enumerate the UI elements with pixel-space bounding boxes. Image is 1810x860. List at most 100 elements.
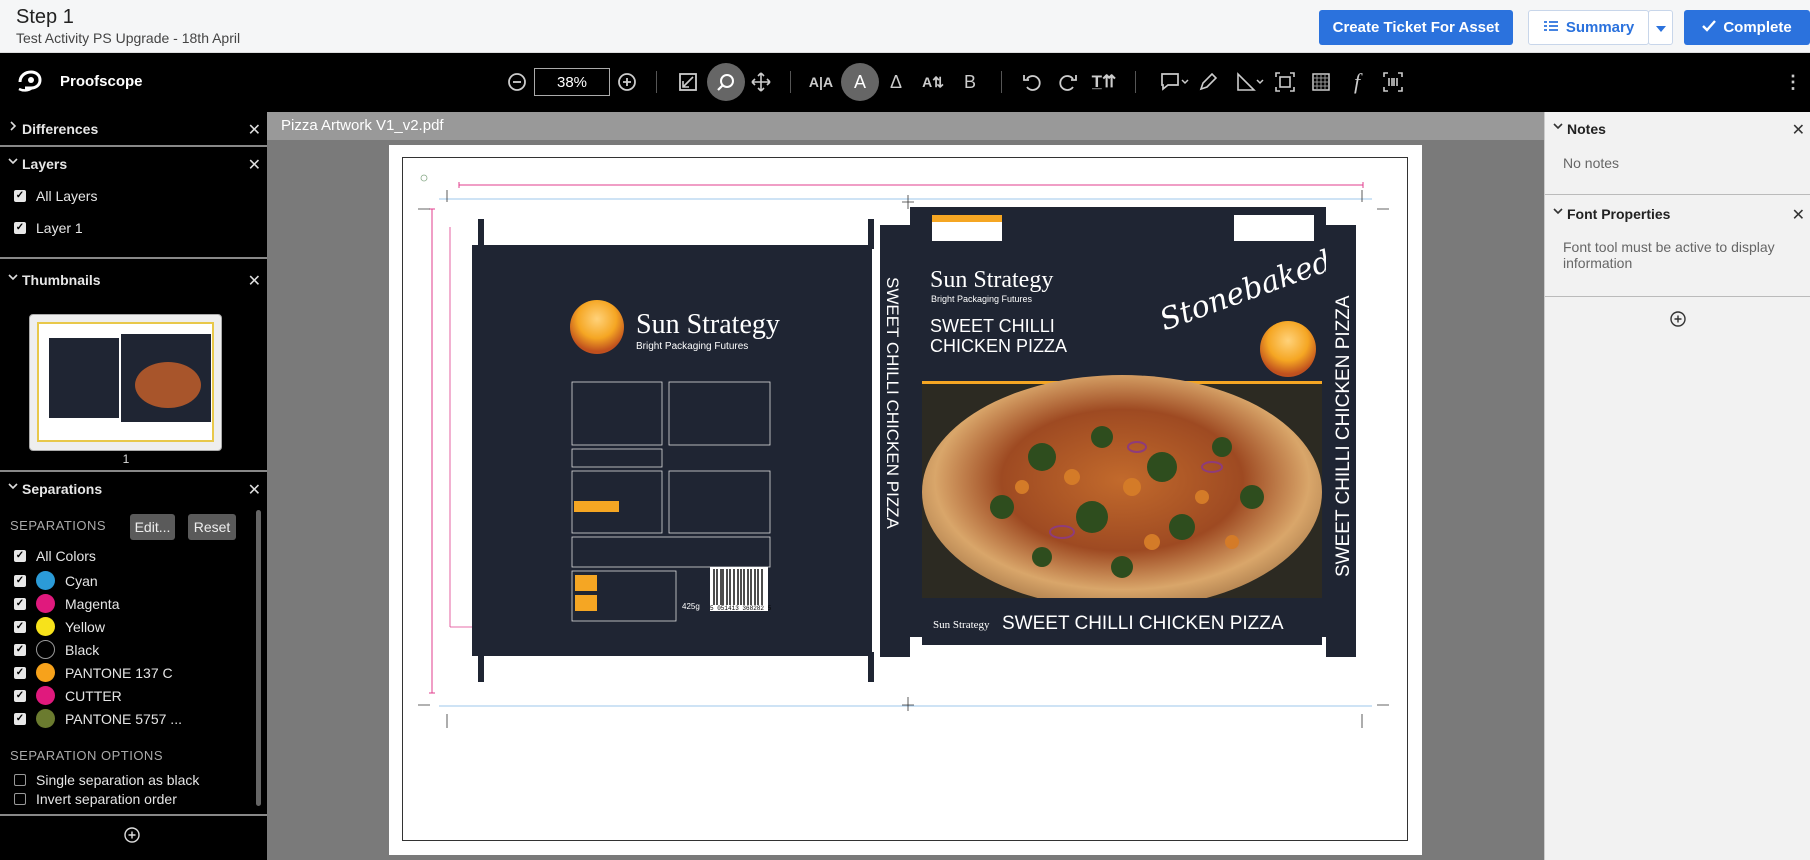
chevron-down-icon xyxy=(8,483,18,490)
text-compare-icon[interactable]: A|A xyxy=(806,67,836,97)
checkbox[interactable]: ✓ xyxy=(14,712,26,725)
color-swatch xyxy=(36,594,55,613)
separations-header[interactable]: Separations ✕ xyxy=(0,472,267,505)
bottom-brand: Sun Strategy xyxy=(933,619,990,631)
separation-item[interactable]: ✓ Magenta xyxy=(14,594,119,613)
right-sidebar: Notes ✕ No notes Font Properties ✕ Font … xyxy=(1544,112,1810,860)
complete-button[interactable]: Complete xyxy=(1684,10,1810,45)
layer-item-1[interactable]: ✓ Layer 1 xyxy=(14,220,83,236)
layer-item-all[interactable]: ✓ All Layers xyxy=(14,188,97,204)
color-swatch xyxy=(36,640,55,659)
separations-title: Separations xyxy=(22,480,103,497)
checkbox[interactable]: ✓ xyxy=(14,550,26,562)
zoom-tool-icon[interactable] xyxy=(707,63,745,101)
activity-subtitle: Test Activity PS Upgrade - 18th April xyxy=(16,30,241,46)
barcode-b-icon[interactable]: B xyxy=(955,67,985,97)
separation-grid-icon[interactable] xyxy=(1306,67,1336,97)
close-icon[interactable]: ✕ xyxy=(248,480,261,500)
measure-icon[interactable] xyxy=(1230,67,1270,97)
font-icon[interactable]: f xyxy=(1342,67,1372,97)
add-panel-icon[interactable] xyxy=(1670,311,1686,327)
font-tool-hint: Font tool must be active to display info… xyxy=(1563,239,1775,271)
front-brand: Sun Strategy xyxy=(930,267,1053,293)
layers-header[interactable]: Layers ✕ xyxy=(0,147,267,180)
separation-item[interactable]: ✓ Yellow xyxy=(14,617,105,636)
check-icon xyxy=(1702,19,1717,36)
separation-label: Cyan xyxy=(65,572,98,589)
delta-icon[interactable]: Δ xyxy=(881,67,911,97)
checkbox[interactable] xyxy=(14,774,26,786)
separation-label: Magenta xyxy=(65,595,120,612)
add-panel-icon[interactable] xyxy=(124,827,140,843)
zoom-level-input[interactable] xyxy=(534,68,610,96)
checkbox[interactable]: ✓ xyxy=(14,190,26,202)
checkbox[interactable]: ✓ xyxy=(14,689,26,702)
separation-item[interactable]: ✓ PANTONE 137 C xyxy=(14,663,173,682)
scrollbar[interactable] xyxy=(256,510,261,806)
font-properties-header[interactable]: Font Properties ✕ xyxy=(1545,197,1810,230)
text-swap-icon[interactable]: A⇅ xyxy=(918,67,948,97)
checkbox[interactable]: ✓ xyxy=(14,666,26,679)
close-icon[interactable]: ✕ xyxy=(248,271,261,291)
single-separation-option[interactable]: Single separation as black xyxy=(14,772,199,788)
notes-header[interactable]: Notes ✕ xyxy=(1545,112,1810,145)
page-thumbnail[interactable] xyxy=(29,314,222,451)
close-icon[interactable]: ✕ xyxy=(1792,205,1805,225)
separation-item[interactable]: ✓ Cyan xyxy=(14,571,98,590)
separation-item[interactable]: ✓ Black xyxy=(14,640,99,659)
chevron-down-icon xyxy=(1655,19,1666,36)
reset-separations-button[interactable]: Reset xyxy=(188,514,236,540)
checkbox[interactable]: ✓ xyxy=(14,574,26,587)
summary-button[interactable]: Summary xyxy=(1528,10,1649,45)
separation-item-all[interactable]: ✓ All Colors xyxy=(14,548,96,564)
create-ticket-label: Create Ticket For Asset xyxy=(1332,19,1500,36)
text-direction-icon[interactable]: T̲⇈ xyxy=(1089,67,1119,97)
differences-header[interactable]: Differences ✕ xyxy=(0,112,267,145)
comment-icon[interactable] xyxy=(1155,67,1195,97)
close-icon[interactable]: ✕ xyxy=(1792,120,1805,140)
invert-separation-option[interactable]: Invert separation order xyxy=(14,791,177,807)
separation-item[interactable]: ✓ CUTTER xyxy=(14,686,122,705)
artwork: Sun Strategy Bright Packaging Futures 5 … xyxy=(418,174,1389,728)
pencil-icon[interactable] xyxy=(1193,67,1223,97)
left-sidebar: Differences ✕ Layers ✕ ✓ All Layers ✓ Laye… xyxy=(0,112,267,860)
app-name: Proofscope xyxy=(60,73,143,90)
thumbnails-header[interactable]: Thumbnails ✕ xyxy=(0,263,267,296)
checkbox[interactable]: ✓ xyxy=(14,620,26,633)
summary-dropdown-button[interactable] xyxy=(1648,10,1673,45)
more-options-icon[interactable]: ⋮ xyxy=(1778,67,1808,97)
create-ticket-button[interactable]: Create Ticket For Asset xyxy=(1319,10,1513,45)
text-tool-icon[interactable]: A xyxy=(841,63,879,101)
fit-page-icon[interactable] xyxy=(673,67,703,97)
close-icon[interactable]: ✕ xyxy=(248,155,261,175)
viewer-toolbar: Proofscope A|A A Δ A⇅ B T̲⇈ f ⋮ xyxy=(0,53,1810,112)
rotate-left-icon[interactable] xyxy=(1017,67,1047,97)
color-swatch xyxy=(36,709,55,728)
divider xyxy=(1545,296,1810,297)
notes-title: Notes xyxy=(1567,120,1606,137)
separations-label: SEPARATIONS xyxy=(10,518,107,533)
rotate-right-icon[interactable] xyxy=(1053,67,1083,97)
separation-item[interactable]: ✓ PANTONE 5757 ... xyxy=(14,709,182,728)
checkbox[interactable] xyxy=(14,793,26,805)
close-icon[interactable]: ✕ xyxy=(248,120,261,140)
zoom-in-icon[interactable] xyxy=(612,67,642,97)
bottom-product-name: SWEET CHILLI CHICKEN PIZZA xyxy=(1002,613,1284,634)
color-swatch xyxy=(36,663,55,682)
divider xyxy=(0,814,267,816)
separation-label: PANTONE 137 C xyxy=(65,664,173,681)
layer-label: Layer 1 xyxy=(36,220,83,236)
zoom-out-icon[interactable] xyxy=(502,67,532,97)
edit-separations-button[interactable]: Edit... xyxy=(130,514,175,540)
chevron-down-icon xyxy=(1553,208,1563,215)
pan-tool-icon[interactable] xyxy=(746,67,776,97)
complete-label: Complete xyxy=(1723,19,1792,36)
back-tagline: Bright Packaging Futures xyxy=(636,341,748,352)
checkbox[interactable]: ✓ xyxy=(14,643,26,656)
checkbox[interactable]: ✓ xyxy=(14,222,26,234)
barcode-scan-icon[interactable] xyxy=(1378,67,1408,97)
crop-select-icon[interactable] xyxy=(1270,67,1300,97)
checkbox[interactable]: ✓ xyxy=(14,597,26,610)
option-label: Single separation as black xyxy=(36,772,200,788)
summary-label: Summary xyxy=(1565,19,1635,36)
